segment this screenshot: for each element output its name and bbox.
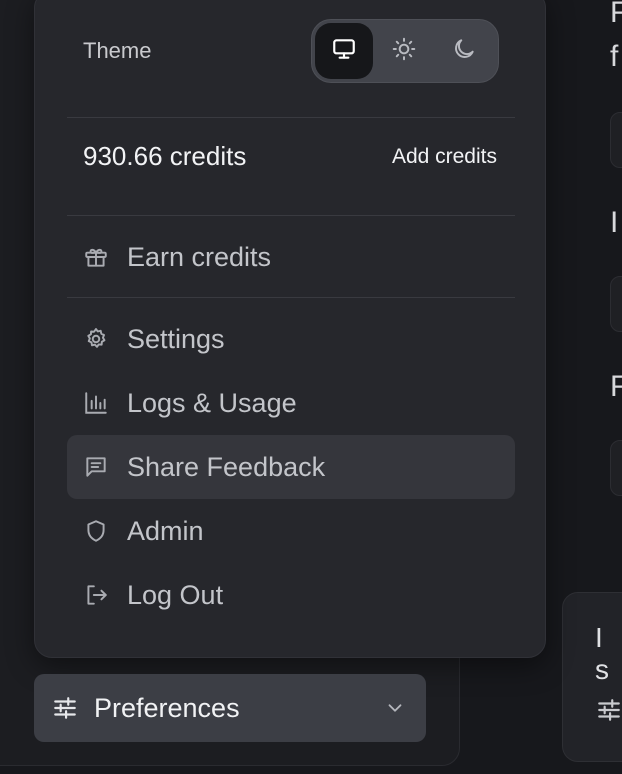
add-credits-button[interactable]: Add credits [392, 145, 497, 169]
sliders-icon [596, 697, 622, 728]
message-square-icon [83, 454, 109, 480]
theme-dark-button[interactable] [435, 23, 493, 79]
theme-row: Theme [35, 1, 547, 107]
menu-item-share-feedback[interactable]: Share Feedback [67, 435, 515, 499]
sun-icon [391, 36, 417, 67]
menu-item-log-out[interactable]: Log Out [67, 563, 515, 627]
menu-item-label: Share Feedback [127, 451, 326, 482]
theme-system-button[interactable] [315, 23, 373, 79]
menu-item-earn-credits[interactable]: Earn credits [67, 225, 515, 289]
account-menu: Theme 930.66 credits Add credits Earn cr… [34, 0, 546, 658]
moon-icon [451, 36, 477, 67]
shield-icon [83, 518, 109, 544]
background-field [610, 112, 622, 168]
sliders-icon [52, 695, 78, 721]
gift-icon [83, 244, 109, 270]
menu-item-settings[interactable]: Settings [67, 307, 515, 371]
background-field [610, 276, 622, 332]
gear-icon [83, 326, 109, 352]
menu-item-label: Logs & Usage [127, 387, 297, 418]
menu-item-label: Admin [127, 515, 204, 546]
bar-chart-icon [83, 390, 109, 416]
credits-balance: 930.66 credits [83, 141, 247, 171]
background-text-fragment: I [610, 206, 619, 239]
divider [67, 297, 515, 298]
monitor-icon [331, 36, 357, 67]
theme-label: Theme [83, 38, 152, 63]
background-text-fragment: F [610, 0, 622, 29]
preferences-label: Preferences [94, 692, 240, 723]
chevron-down-icon [384, 697, 406, 724]
divider [67, 215, 515, 216]
menu-item-label: Earn credits [127, 241, 272, 272]
log-out-icon [83, 582, 109, 608]
background-text-fragment: F [610, 370, 622, 403]
menu-item-admin[interactable]: Admin [67, 499, 515, 563]
menu-item-label: Log Out [127, 579, 224, 610]
theme-toggle [311, 19, 499, 83]
menu-item-label: Settings [127, 323, 225, 354]
background-field [610, 440, 622, 496]
menu-item-logs-usage[interactable]: Logs & Usage [67, 371, 515, 435]
app-stage: F f I F I s Theme 930.66 credits Add cre… [0, 0, 622, 774]
background-text-fragment: f [610, 40, 619, 73]
theme-light-button[interactable] [375, 23, 433, 79]
background-card-text: I s [595, 622, 609, 685]
preferences-button[interactable]: Preferences [34, 674, 426, 742]
credits-row: 930.66 credits Add credits [35, 109, 547, 205]
